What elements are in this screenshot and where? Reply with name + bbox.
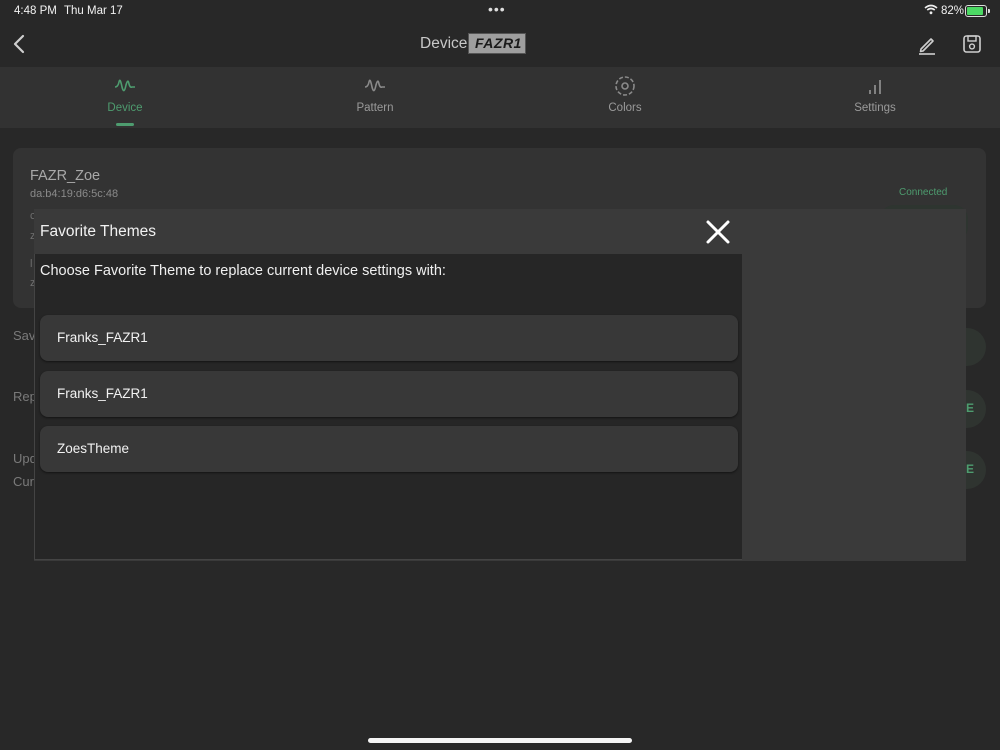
multitasking-dots[interactable]: ••• bbox=[488, 1, 506, 17]
modal-title: Favorite Themes bbox=[40, 223, 157, 240]
waveform-icon bbox=[114, 79, 135, 92]
tab-bar: Device Pattern Colors Settings bbox=[0, 67, 1000, 128]
close-icon[interactable] bbox=[703, 217, 733, 247]
faint-mark: l bbox=[30, 258, 33, 270]
theme-list-item[interactable]: Franks_FAZR1 bbox=[40, 315, 738, 361]
tab-colors-label: Colors bbox=[608, 102, 642, 114]
battery-percent: 82% bbox=[941, 5, 965, 17]
theme-name: Franks_FAZR1 bbox=[57, 330, 148, 345]
tab-settings[interactable]: Settings bbox=[750, 67, 1000, 128]
save-row-label: Sav bbox=[13, 328, 36, 343]
tab-pattern-label: Pattern bbox=[356, 102, 394, 114]
battery-icon bbox=[965, 5, 990, 17]
tab-device[interactable]: Device bbox=[0, 67, 250, 128]
current-row-label: Cur bbox=[13, 474, 34, 489]
update-button-label: E bbox=[965, 462, 974, 476]
page-title: Device bbox=[420, 35, 468, 52]
theme-name: Franks_FAZR1 bbox=[57, 386, 148, 401]
theme-list-item[interactable]: ZoesTheme bbox=[40, 426, 738, 472]
bar-chart-icon bbox=[869, 80, 881, 94]
save-disk-icon[interactable] bbox=[961, 33, 983, 55]
tab-settings-label: Settings bbox=[854, 102, 896, 114]
theme-list-item[interactable]: Franks_FAZR1 bbox=[40, 371, 738, 417]
status-bar: 4:48 PM Thu Mar 17 ••• 82% bbox=[0, 0, 1000, 22]
device-name: FAZR_Zoe bbox=[30, 168, 101, 184]
tab-device-label: Device bbox=[107, 102, 143, 114]
theme-name: ZoesTheme bbox=[57, 441, 130, 456]
device-mac: da:b4:19:d6:5c:48 bbox=[30, 188, 119, 200]
edit-pencil-icon[interactable] bbox=[916, 33, 938, 55]
tab-pattern[interactable]: Pattern bbox=[250, 67, 500, 128]
home-indicator[interactable] bbox=[368, 738, 632, 743]
tab-colors[interactable]: Colors bbox=[500, 67, 750, 128]
replace-button-label: E bbox=[965, 401, 974, 415]
pattern-icon bbox=[364, 79, 385, 92]
wifi-icon bbox=[924, 4, 938, 15]
colors-icon bbox=[615, 76, 635, 96]
logo-text: FAZR1 bbox=[475, 35, 522, 51]
active-tab-indicator bbox=[116, 123, 134, 126]
fazr-logo: FAZR1 bbox=[468, 33, 526, 54]
modal-message: Choose Favorite Theme to replace current… bbox=[40, 263, 446, 279]
status-time: 4:48 PM bbox=[14, 5, 57, 17]
connection-status: Connected bbox=[899, 187, 948, 198]
back-chevron-icon[interactable] bbox=[8, 32, 32, 56]
status-date: Thu Mar 17 bbox=[64, 5, 123, 17]
